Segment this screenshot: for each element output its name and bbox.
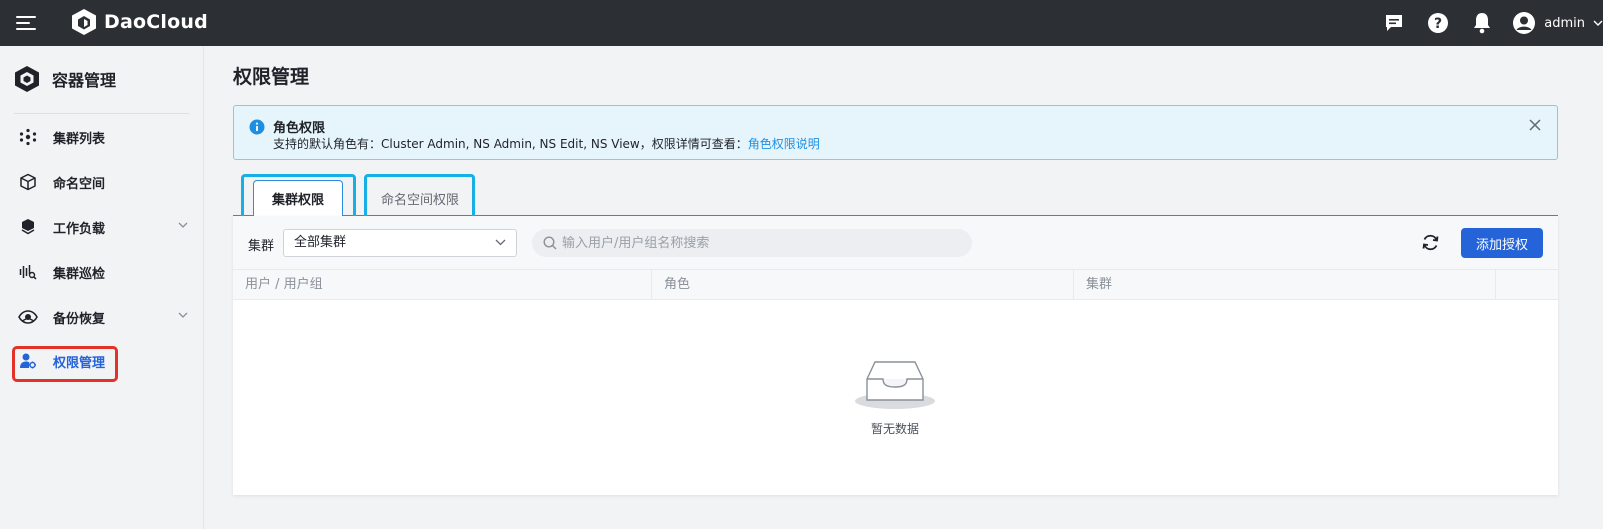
inspection-icon [14, 263, 42, 281]
cluster-select[interactable]: 全部集群 [283, 229, 517, 257]
sidebar-divider [14, 113, 189, 114]
cluster-select-value: 全部集群 [294, 235, 347, 250]
sidebar-title: 容器管理 [52, 71, 117, 90]
role-permission-doc-link[interactable]: 角色权限说明 [748, 137, 820, 151]
sidebar-item-label: 集群巡检 [53, 266, 106, 282]
sidebar-item-workload[interactable]: 工作负载 [14, 210, 192, 244]
column-header-actions [1496, 270, 1558, 300]
chevron-down-icon [178, 312, 188, 318]
empty-state: 暂无数据 [853, 356, 937, 437]
permission-panel: 集群 全部集群 添加授权 用户 / 用户组 角色 集群 暂无数据 [233, 216, 1558, 495]
highlight-box-tab-cluster [241, 174, 356, 222]
info-alert: 角色权限 支持的默认角色有：Cluster Admin, NS Admin, N… [233, 105, 1558, 160]
brand-name: DaoCloud [104, 11, 208, 33]
table-header: 用户 / 用户组 角色 集群 [233, 269, 1558, 300]
hamburger-menu-icon[interactable] [16, 13, 38, 33]
sidebar-item-namespace[interactable]: 命名空间 [14, 165, 192, 199]
user-name: admin [1544, 15, 1585, 31]
sidebar-item-label: 备份恢复 [53, 311, 106, 327]
chevron-down-icon [495, 239, 506, 246]
refresh-icon[interactable] [1421, 233, 1440, 252]
container-management-icon [15, 66, 39, 92]
daocloud-logo-icon [72, 9, 96, 35]
sidebar-item-label: 工作负载 [53, 221, 106, 237]
alert-title: 角色权限 [273, 121, 326, 136]
highlight-box-tab-namespace [364, 174, 475, 222]
alert-description: 支持的默认角色有：Cluster Admin, NS Admin, NS Edi… [273, 135, 820, 152]
sidebar-item-inspection[interactable]: 集群巡检 [14, 255, 192, 289]
backup-icon [14, 308, 42, 326]
sidebar-header: 容器管理 [14, 65, 116, 93]
chevron-down-icon [1593, 20, 1603, 26]
highlight-box-sidebar [12, 346, 118, 382]
cluster-filter-label: 集群 [248, 239, 275, 254]
sidebar-item-cluster-list[interactable]: 集群列表 [14, 120, 192, 154]
chevron-down-icon [178, 222, 188, 228]
alert-description-text: 支持的默认角色有：Cluster Admin, NS Admin, NS Edi… [273, 137, 748, 151]
column-header-cluster[interactable]: 集群 [1074, 270, 1496, 300]
svg-text:?: ? [1434, 16, 1442, 32]
user-menu[interactable]: admin [1512, 11, 1603, 35]
empty-text: 暂无数据 [870, 422, 919, 436]
sidebar-item-backup[interactable]: 备份恢复 [14, 300, 192, 334]
workload-icon [14, 218, 42, 236]
message-icon[interactable] [1372, 0, 1416, 46]
help-icon[interactable]: ? [1416, 0, 1460, 46]
add-authorization-button[interactable]: 添加授权 [1461, 228, 1543, 258]
brand-logo[interactable]: DaoCloud [70, 8, 208, 36]
bell-icon[interactable] [1460, 0, 1504, 46]
sidebar-item-label: 集群列表 [53, 131, 106, 147]
page-title: 权限管理 [233, 66, 310, 88]
info-icon [249, 119, 265, 135]
filter-bar: 集群 全部集群 添加授权 [233, 216, 1558, 269]
top-bar: DaoCloud ? admin [0, 0, 1603, 46]
sidebar-item-label: 命名空间 [53, 176, 106, 192]
column-header-role[interactable]: 角色 [652, 270, 1074, 300]
namespace-icon [14, 173, 42, 191]
user-avatar-icon [1513, 12, 1536, 34]
search-icon [543, 236, 557, 250]
search-box[interactable] [532, 229, 972, 257]
close-icon[interactable] [1529, 119, 1541, 131]
empty-inbox-icon [855, 361, 935, 409]
sidebar: 容器管理 集群列表 命名空间 工作负载 集群巡检 备份恢复 权限管理 [0, 46, 204, 529]
search-input[interactable] [562, 229, 962, 257]
cluster-icon [14, 128, 42, 146]
column-header-user[interactable]: 用户 / 用户组 [233, 270, 652, 300]
